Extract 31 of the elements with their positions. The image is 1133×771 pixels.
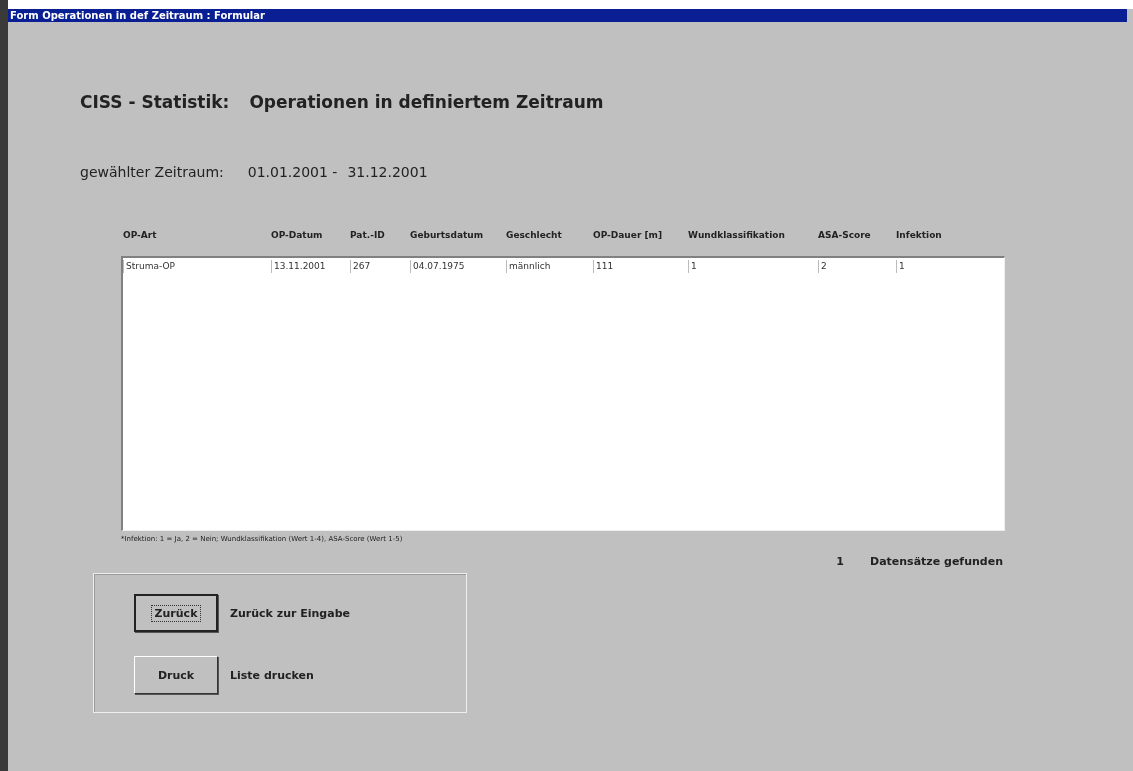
column-header: Infektion xyxy=(896,230,943,240)
column-header: Wundklassifikation xyxy=(688,230,786,240)
action-description: Liste drucken xyxy=(230,668,314,682)
table-cell: 13.11.2001 xyxy=(271,260,350,273)
table-cell: 111 xyxy=(593,260,688,273)
column-header: Pat.-ID xyxy=(350,230,386,240)
table-cell: 04.07.1975 xyxy=(410,260,506,273)
table-cell: 1 xyxy=(688,260,818,273)
table-cell: 2 xyxy=(818,260,896,273)
column-header: OP-Art xyxy=(123,230,158,240)
action-button[interactable]: Druck xyxy=(134,656,218,694)
period-from: 01.01.2001 - xyxy=(247,164,338,180)
heading-text: Operationen in definiertem Zeitraum xyxy=(249,92,604,112)
heading-label: CISS - Statistik: xyxy=(80,92,230,112)
table-cell: Struma-OP xyxy=(123,260,271,273)
table-cell: 267 xyxy=(350,260,410,273)
table-cell: männlich xyxy=(506,260,593,273)
action-button[interactable]: Zurück xyxy=(134,594,218,632)
record-count-label: Datensätze gefunden xyxy=(870,555,1003,568)
column-header: OP-Dauer [m] xyxy=(593,230,664,240)
record-count: 1 xyxy=(836,555,844,568)
column-header: OP-Datum xyxy=(271,230,324,240)
column-header: Geburtsdatum xyxy=(410,230,485,240)
period-to: 31.12.2001 xyxy=(347,164,428,180)
period-label: gewählter Zeitraum: xyxy=(80,164,224,180)
table-cell: 1 xyxy=(896,260,1004,273)
column-header: Geschlecht xyxy=(506,230,563,240)
window-title: Form Operationen in def Zeitraum : Formular xyxy=(10,10,265,21)
action-description: Zurück zur Eingabe xyxy=(230,606,350,620)
results-list[interactable]: Struma-OP 13.11.2001 267 04.07.1975 männlich 111 1 2 1 xyxy=(121,256,1005,531)
column-header: ASA-Score xyxy=(818,230,872,240)
